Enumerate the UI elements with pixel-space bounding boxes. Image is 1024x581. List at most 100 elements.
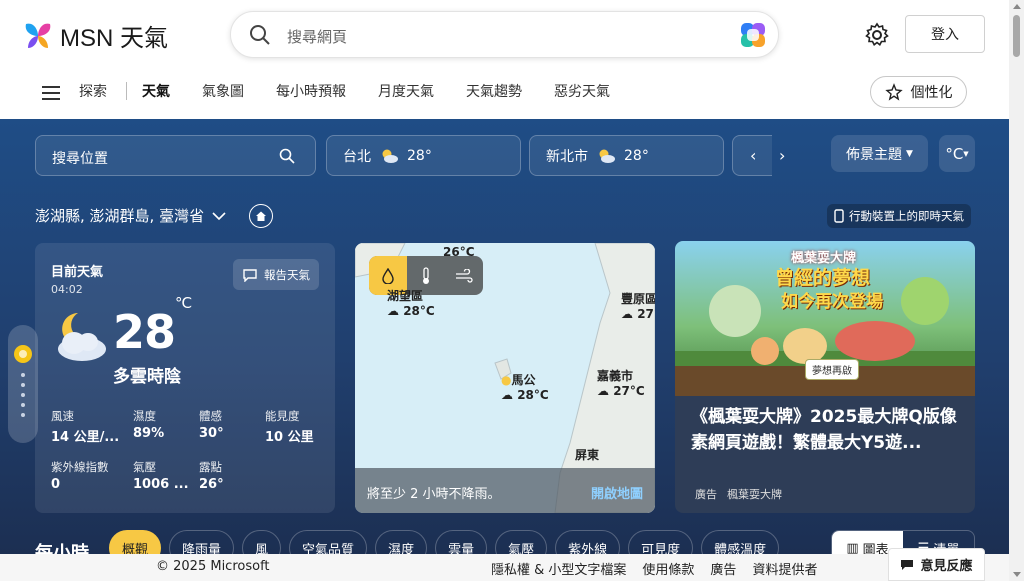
rail-dot[interactable] — [21, 383, 25, 387]
tab-air-quality[interactable]: 空氣品質 — [289, 530, 368, 554]
ad-banner-button: 夢想再啟 — [805, 359, 859, 380]
tab-precipitation[interactable]: 降雨量 — [169, 530, 235, 554]
ad-banner-line1: 曾經的夢想 — [775, 267, 871, 289]
nav-item-maps[interactable]: 氣象圖 — [202, 81, 244, 101]
scrollbar-thumb[interactable] — [1013, 15, 1020, 57]
map-label-temp: 28°C — [517, 388, 549, 402]
sun-icon[interactable] — [14, 345, 32, 363]
footer-link-privacy[interactable]: 隱私權 & 小型文字檔案 — [491, 559, 626, 578]
metric-label: 濕度 — [133, 409, 156, 423]
search-input[interactable]: 搜尋網頁 — [287, 26, 347, 47]
metric-value: 10 公里 — [265, 430, 314, 445]
page-scrollbar[interactable] — [1009, 0, 1024, 581]
tab-overview[interactable]: 概觀 — [109, 530, 162, 554]
ad-card[interactable]: 楓葉耍大牌 曾經的夢想 如今再次登場 夢想再啟 《楓葉耍大牌》2025最大牌Q版… — [675, 241, 975, 513]
report-weather-button[interactable]: 報告天氣 — [233, 259, 319, 290]
metric-label: 能見度 — [265, 409, 300, 423]
nav-divider — [126, 82, 127, 100]
msn-butterfly-icon — [25, 23, 51, 48]
metric-label: 露點 — [199, 460, 222, 474]
theme-label: 佈景主題 — [846, 146, 903, 163]
cloudy-night-icon — [58, 313, 106, 361]
tab-uv[interactable]: 紫外線 — [555, 530, 621, 554]
map-label-temp: 27°C — [613, 384, 645, 398]
page-footer: © 2025 Microsoft 隱私權 & 小型文字檔案 使用條款 廣告 資料… — [0, 554, 1009, 581]
location-title[interactable]: 澎湖縣, 澎湖群島, 臺灣省 — [35, 205, 226, 226]
wind-layer-button[interactable] — [445, 256, 483, 295]
settings-gear-icon[interactable] — [864, 22, 890, 48]
ad-footer: 廣告 楓葉耍大牌 — [695, 486, 782, 502]
tab-feels-like[interactable]: 體感溫度 — [701, 530, 780, 554]
search-box[interactable]: 搜尋網頁 — [230, 11, 779, 58]
metric-humidity: 濕度 89% — [133, 408, 199, 445]
city-pill-new-taipei[interactable]: 新北市 28° — [529, 135, 724, 176]
map-forecast-text: 將至少 2 小時不降雨。 — [367, 487, 501, 502]
chevron-left-icon[interactable]: ‹ — [750, 146, 756, 165]
logo-text: MSN 天氣 — [60, 25, 168, 52]
chevron-down-icon — [212, 211, 226, 220]
nav-item-severe[interactable]: 惡劣天氣 — [554, 81, 610, 101]
report-weather-label: 報告天氣 — [264, 267, 310, 282]
map-label-name: 湖望區 — [387, 289, 424, 303]
feedback-button[interactable]: 意見反應 — [888, 548, 985, 581]
location-search-input[interactable]: 搜尋位置 — [52, 148, 108, 168]
tab-humidity[interactable]: 濕度 — [375, 530, 428, 554]
scroll-up-arrow-icon[interactable] — [1013, 4, 1021, 9]
side-rail[interactable] — [8, 325, 38, 443]
unit-dropdown[interactable]: °C ▼ — [939, 135, 975, 172]
current-weather-card: 目前天氣 04:02 報告天氣 28°C 多雲時陰 風速 14 公里/... 濕度… — [35, 243, 335, 513]
footer-links: 隱私權 & 小型文字檔案 使用條款 廣告 資料提供者 — [491, 559, 817, 578]
metric-value: 89% — [133, 426, 165, 441]
scroll-down-arrow-icon[interactable] — [1013, 572, 1021, 577]
chart-view-label: 圖表 — [862, 542, 889, 555]
rail-dot[interactable] — [21, 413, 25, 417]
weather-metrics: 風速 14 公里/... 濕度 89% 體感 30° 能見度 10 公里 紫外線指數 0 … — [51, 408, 347, 492]
map-city-label: 湖望區 ☁ 28°C — [387, 289, 435, 318]
thermometer-icon — [423, 266, 429, 284]
nav-item-explore[interactable]: 探索 — [79, 81, 107, 101]
footer-link-data-providers[interactable]: 資料提供者 — [752, 559, 817, 578]
login-button[interactable]: 登入 — [905, 15, 985, 53]
location-search[interactable]: 搜尋位置 — [35, 135, 316, 176]
map-label-name: 屏東 — [575, 448, 600, 462]
metric-visibility: 能見度 10 公里 — [265, 408, 347, 445]
copilot-icon[interactable] — [738, 20, 768, 50]
home-location-button[interactable] — [249, 204, 273, 228]
map-city-label: 嘉義市 ☁ 27°C — [597, 369, 645, 398]
weather-map-card[interactable]: 26°C 湖望區☁ 28°C 豐原區☁ 27° ●馬公☁ 28°C 嘉義市☁ 2… — [355, 243, 655, 513]
current-condition: 多雲時陰 — [113, 367, 181, 387]
tab-pressure[interactable]: 氣壓 — [495, 530, 548, 554]
tab-wind[interactable]: 風 — [242, 530, 282, 554]
nav-item-weather[interactable]: 天氣 — [142, 81, 170, 101]
map-city-label: 屏東 — [575, 446, 599, 463]
hamburger-menu-icon[interactable] — [42, 86, 60, 100]
nav-item-hourly[interactable]: 每小時預報 — [276, 81, 346, 101]
feedback-label: 意見反應 — [920, 559, 973, 574]
ad-badge: 廣告 — [695, 488, 717, 501]
open-map-link[interactable]: 開啟地圖 — [591, 483, 643, 502]
nav-item-trends[interactable]: 天氣趨勢 — [466, 81, 522, 101]
theme-dropdown[interactable]: 佈景主題 ▼ — [831, 135, 928, 172]
footer-link-ads[interactable]: 廣告 — [710, 559, 736, 578]
partly-cloudy-icon — [599, 149, 615, 163]
rail-dot[interactable] — [21, 393, 25, 397]
tab-visibility[interactable]: 可見度 — [628, 530, 694, 554]
city-temp: 28° — [407, 147, 432, 164]
tab-cloud-cover[interactable]: 雲量 — [435, 530, 488, 554]
metric-value: 0 — [51, 477, 61, 492]
ad-sponsor[interactable]: 楓葉耍大牌 — [727, 486, 782, 502]
footer-link-terms[interactable]: 使用條款 — [642, 559, 694, 578]
nav-item-monthly[interactable]: 月度天氣 — [378, 81, 434, 101]
hourly-section-title: 每小時 — [35, 543, 89, 554]
city-pill-taipei[interactable]: 台北 28° — [326, 135, 521, 176]
chevron-right-icon[interactable]: › — [779, 146, 785, 165]
mobile-weather-label: 行動裝置上的即時天氣 — [849, 209, 964, 223]
rail-dot[interactable] — [21, 403, 25, 407]
msn-logo[interactable]: MSN 天氣 — [22, 18, 168, 53]
ad-title[interactable]: 《楓葉耍大牌》2025最大牌Q版像素網頁遊戲！繁體最大Y5遊... — [691, 404, 961, 456]
personalize-button[interactable]: 個性化 — [870, 76, 967, 108]
rail-dot[interactable] — [21, 373, 25, 377]
current-weather-title: 目前天氣 — [51, 265, 104, 280]
map-temp-label: 26°C — [443, 245, 475, 259]
mobile-weather-link[interactable]: 行動裝置上的即時天氣 — [827, 204, 971, 228]
